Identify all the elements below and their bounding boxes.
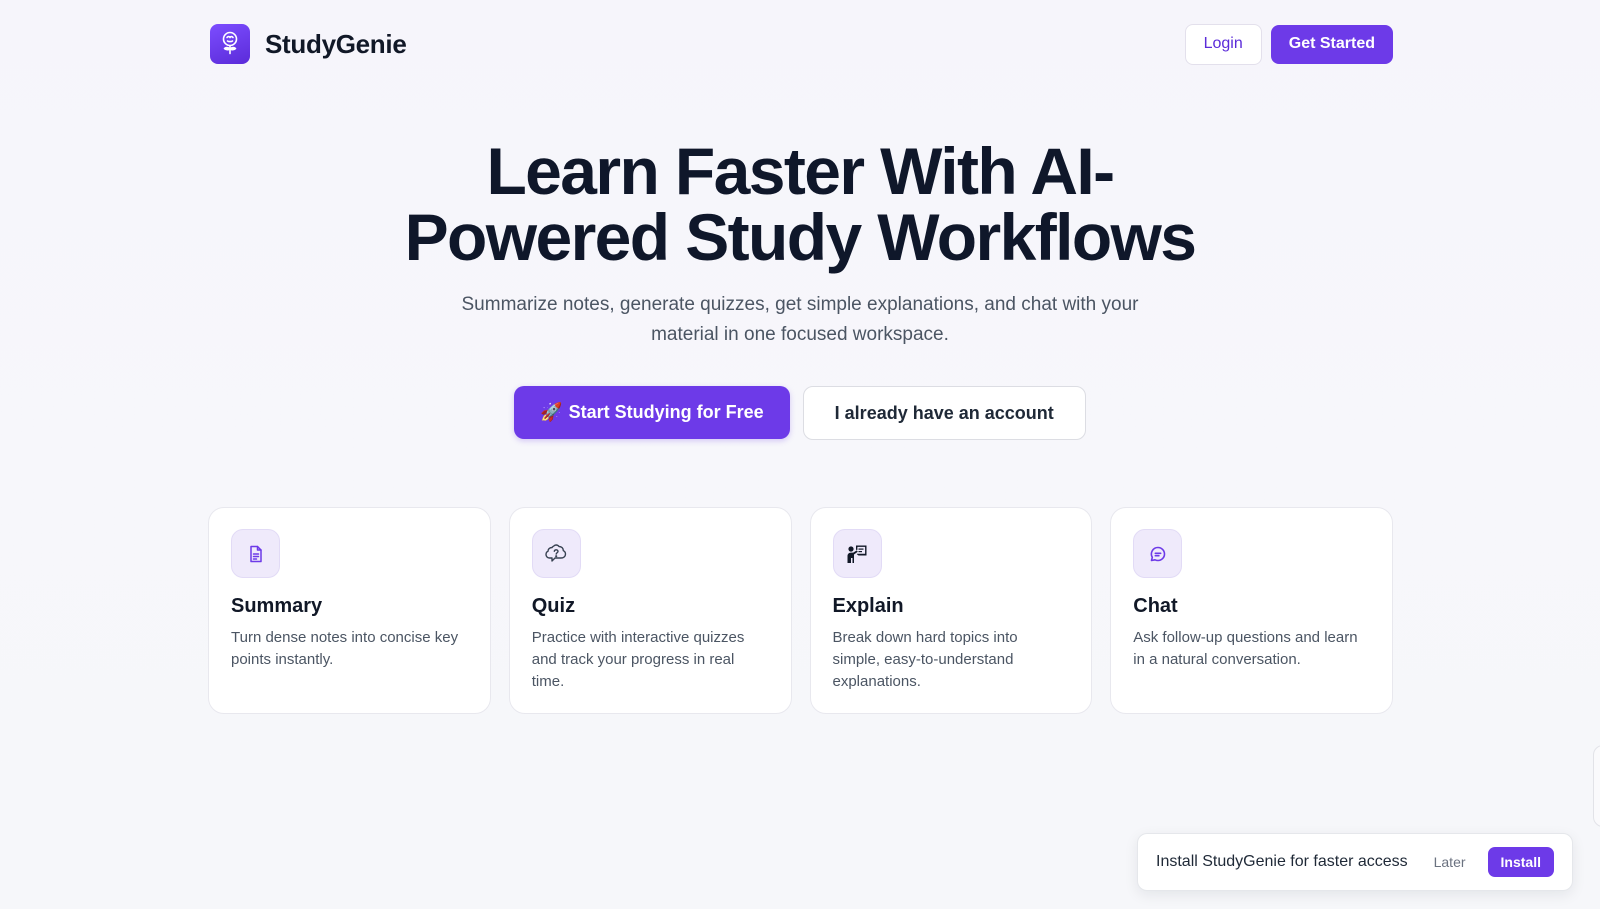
feature-description: Ask follow-up questions and learn in a n… [1133,629,1358,668]
login-button[interactable]: Login [1184,23,1262,65]
chat-bubble-icon [1133,529,1183,578]
feature-title: Explain [832,595,904,617]
hero-title-line-2: Powered Study Workflows [404,200,1197,274]
hero-subtitle-line-1: Summarize notes, generate quizzes, get s… [461,294,1139,315]
feature-title: Summary [231,595,323,617]
hero-title: Learn Faster With AI- Powered Study Work… [400,138,1200,270]
feature-title: Chat [1133,595,1178,617]
feature-card-summary: Summary Turn dense notes into concise ke… [208,507,491,714]
rocket-icon: 🚀 [540,402,563,422]
brain-logo-icon [210,24,250,64]
get-started-button[interactable]: Get Started [1270,24,1393,64]
document-icon [231,529,280,578]
existing-account-button[interactable]: I already have an account [802,386,1086,440]
later-button[interactable]: Later [1434,854,1466,870]
presenter-icon [832,529,882,578]
top-nav: StudyGenie Login Get Started [210,23,1393,65]
start-studying-label: Start Studying for Free [568,402,764,422]
hero-section: Learn Faster With AI- Powered Study Work… [0,138,1600,440]
feature-card-chat: Chat Ask follow-up questions and learn i… [1110,507,1393,714]
brand-name: StudyGenie [265,28,407,59]
hero-subtitle: Summarize notes, generate quizzes, get s… [440,290,1160,350]
install-message: Install StudyGenie for faster access [1156,853,1408,870]
install-banner: Install StudyGenie for faster access Lat… [1137,833,1573,891]
hero-cta-group: 🚀 Start Studying for Free I already have… [0,386,1600,440]
feature-description: Turn dense notes into concise key points… [231,629,459,668]
side-panel-handle[interactable] [1593,745,1600,827]
nav-actions: Login Get Started [1184,23,1393,65]
feature-description: Practice with interactive quizzes and tr… [531,629,745,690]
feature-card-quiz: Quiz Practice with interactive quizzes a… [508,507,792,714]
feature-card-explain: Explain Break down hard topics into simp… [809,507,1093,714]
feature-description: Break down hard topics into simple, easy… [832,629,1018,690]
feature-cards: Summary Turn dense notes into concise ke… [208,507,1393,714]
install-button[interactable]: Install [1487,847,1554,877]
brain-question-icon [531,529,581,578]
brand[interactable]: StudyGenie [210,24,407,64]
feature-title: Quiz [531,595,576,617]
hero-title-line-1: Learn Faster With AI- [486,134,1115,208]
hero-subtitle-line-2: material in one focused workspace. [651,324,949,345]
start-studying-button[interactable]: 🚀 Start Studying for Free [514,386,790,439]
